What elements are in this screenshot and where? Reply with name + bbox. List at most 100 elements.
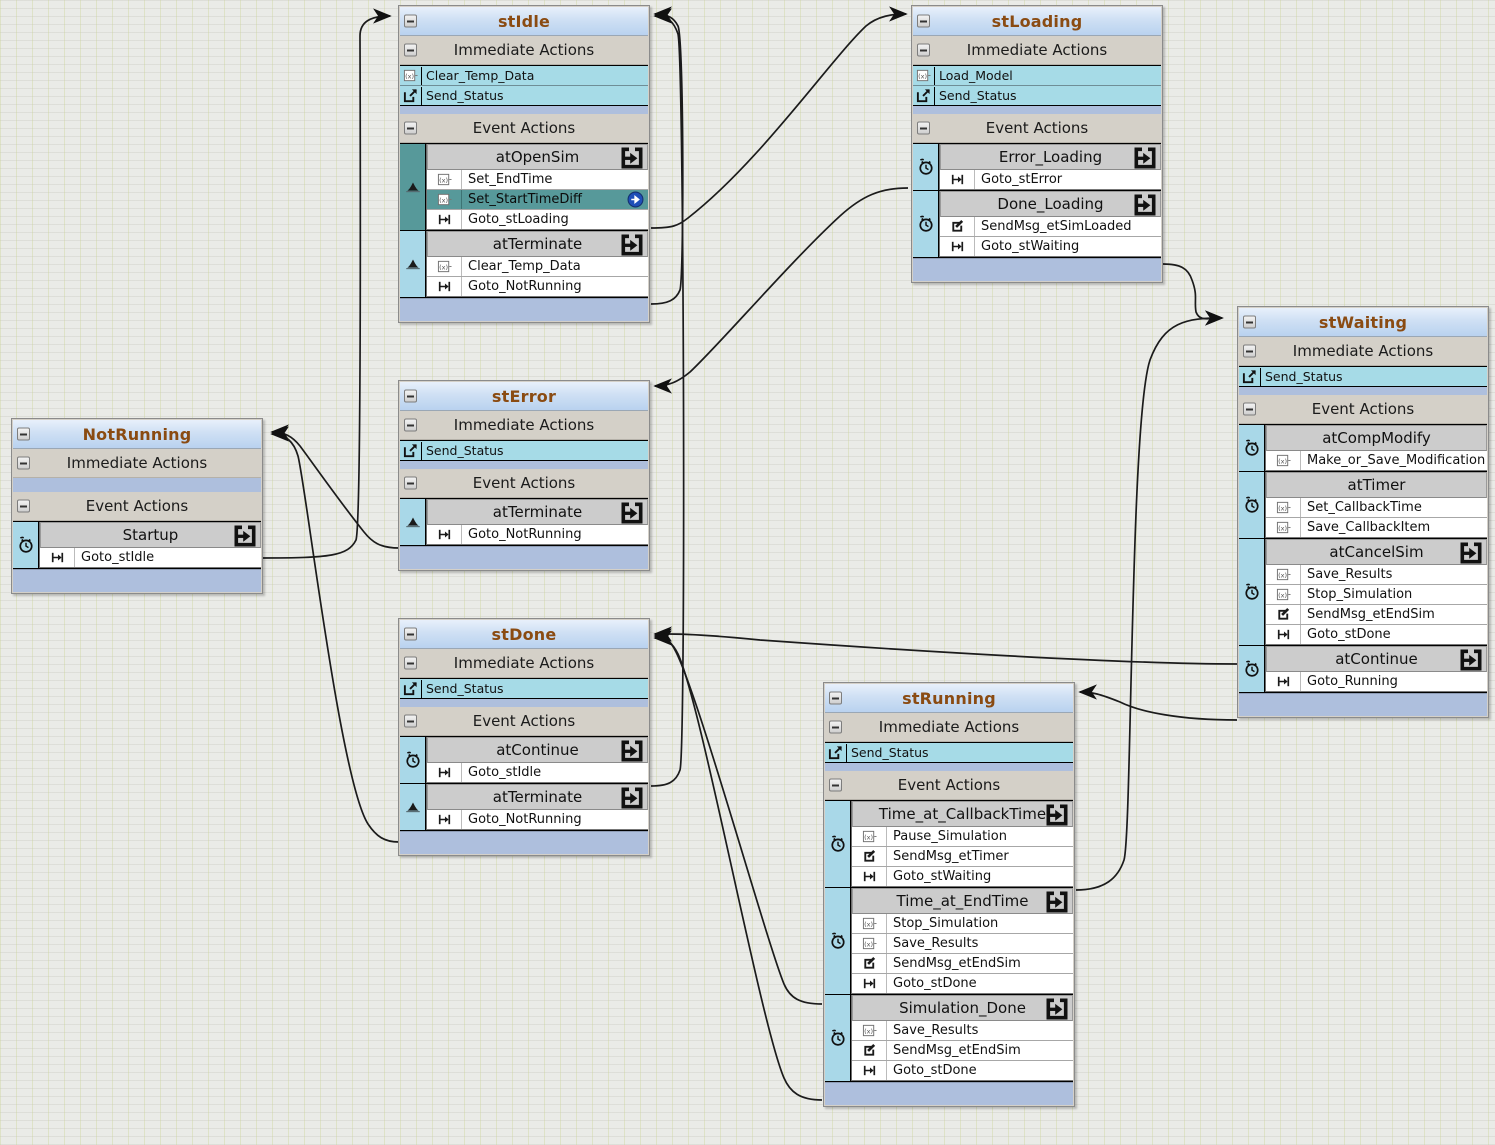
event-group[interactable]: Time_at_EndTime (x) Stop_Simulation (x) Save… <box>825 888 1073 995</box>
event-group[interactable]: atTerminate Goto_NotRunning <box>400 784 648 831</box>
action-row[interactable]: (x) Stop_Simulation <box>1266 585 1487 605</box>
event-group[interactable]: atTimer (x) Set_CallbackTime (x) Save_Callba… <box>1239 472 1487 539</box>
action-row[interactable]: Goto_stWaiting <box>940 237 1161 257</box>
event-group[interactable]: atTerminate Goto_NotRunning <box>400 499 648 546</box>
collapse-toggle-icon[interactable] <box>404 14 417 28</box>
action-row[interactable]: Goto_stDone <box>1266 625 1487 645</box>
action-row[interactable]: Goto_Running <box>1266 672 1487 692</box>
collapse-toggle-icon[interactable] <box>1243 344 1256 358</box>
event-title: Done_Loading <box>997 195 1104 213</box>
action-row[interactable]: Goto_stError <box>940 170 1161 190</box>
state-block-stWaiting[interactable]: stWaiting Immediate Actions Send_Status Eve… <box>1237 306 1489 718</box>
event-group[interactable]: atOpenSim (x) Set_EndTime (x) Set_StartTimeD… <box>400 144 648 231</box>
collapse-toggle-icon[interactable] <box>404 714 417 728</box>
action-row[interactable]: (x) Save_Results <box>852 1021 1073 1041</box>
event-title-bar[interactable]: atContinue <box>427 737 648 763</box>
collapse-toggle-icon[interactable] <box>829 691 842 705</box>
collapse-toggle-icon[interactable] <box>404 121 417 135</box>
event-title-bar[interactable]: atTimer <box>1266 472 1487 498</box>
action-row[interactable]: (x) Set_CallbackTime <box>1266 498 1487 518</box>
action-row[interactable]: Goto_NotRunning <box>427 810 648 830</box>
event-group[interactable]: atContinue Goto_Running <box>1239 646 1487 693</box>
state-block-stRunning[interactable]: stRunning Immediate Actions Send_Status Eve… <box>823 682 1075 1107</box>
state-block-NotRunning[interactable]: NotRunning Immediate Actions Event Actions… <box>11 418 263 594</box>
action-row[interactable]: Goto_stWaiting <box>852 867 1073 887</box>
action-row[interactable]: (x) Set_EndTime <box>427 170 648 190</box>
immediate-action-row[interactable]: Send_Status <box>1239 367 1487 386</box>
state-block-stError[interactable]: stError Immediate Actions Send_Status Event… <box>398 380 650 571</box>
collapse-toggle-icon[interactable] <box>404 43 417 57</box>
event-title-bar[interactable]: Time_at_CallbackTime <box>852 801 1073 827</box>
event-title-bar[interactable]: atCompModify <box>1266 425 1487 451</box>
collapse-toggle-icon[interactable] <box>404 476 417 490</box>
action-row[interactable]: SendMsg_etEndSim <box>852 954 1073 974</box>
action-row[interactable]: Goto_NotRunning <box>427 277 648 297</box>
action-row[interactable]: (x) Save_Results <box>1266 565 1487 585</box>
collapse-toggle-icon[interactable] <box>17 427 30 441</box>
event-title-bar[interactable]: atTerminate <box>427 784 648 810</box>
event-group[interactable]: Error_Loading Goto_stError <box>913 144 1161 191</box>
event-group[interactable]: Startup Goto_stIdle <box>13 522 261 569</box>
immediate-action-row[interactable]: Send_Status <box>400 679 648 698</box>
action-row[interactable]: SendMsg_etTimer <box>852 847 1073 867</box>
event-group[interactable]: atCompModify (x) Make_or_Save_Modification <box>1239 425 1487 472</box>
action-row[interactable]: Goto_stLoading <box>427 210 648 230</box>
action-row[interactable]: SendMsg_etEndSim <box>852 1041 1073 1061</box>
state-block-stDone[interactable]: stDone Immediate Actions Send_Status Event … <box>398 618 650 856</box>
event-group[interactable]: Done_Loading SendMsg_etSimLoaded Goto_stWa… <box>913 191 1161 258</box>
event-group[interactable]: Simulation_Done (x) Save_Results SendMsg_et… <box>825 995 1073 1082</box>
immediate-action-row[interactable]: Send_Status <box>825 743 1073 762</box>
action-row[interactable]: SendMsg_etEndSim <box>1266 605 1487 625</box>
action-row[interactable]: Goto_stIdle <box>427 763 648 783</box>
event-groups: atOpenSim (x) Set_EndTime (x) Set_StartTimeD… <box>400 143 648 298</box>
collapse-toggle-icon[interactable] <box>1243 402 1256 416</box>
immediate-action-row[interactable]: (x) Load_Model <box>913 66 1161 86</box>
event-group[interactable]: Time_at_CallbackTime (x) Pause_Simulation S… <box>825 801 1073 888</box>
immediate-action-row[interactable]: Send_Status <box>400 86 648 105</box>
immediate-action-row[interactable]: (x) Clear_Temp_Data <box>400 66 648 86</box>
collapse-toggle-icon[interactable] <box>404 418 417 432</box>
collapse-toggle-icon[interactable] <box>917 121 930 135</box>
action-row[interactable]: Goto_stDone <box>852 1061 1073 1081</box>
action-row[interactable]: Goto_stIdle <box>40 548 261 568</box>
event-group[interactable]: atCancelSim (x) Save_Results (x) Stop_Simula… <box>1239 539 1487 646</box>
collapse-toggle-icon[interactable] <box>404 627 417 641</box>
action-row[interactable]: SendMsg_etSimLoaded <box>940 217 1161 237</box>
event-title-bar[interactable]: atTerminate <box>427 499 648 525</box>
event-group[interactable]: atContinue Goto_stIdle <box>400 737 648 784</box>
event-title-bar[interactable]: Simulation_Done <box>852 995 1073 1021</box>
action-row[interactable]: (x) Make_or_Save_Modification <box>1266 451 1487 471</box>
collapse-toggle-icon[interactable] <box>17 499 30 513</box>
state-block-stLoading[interactable]: stLoading Immediate Actions (x) Load_Model S… <box>911 5 1163 283</box>
collapse-toggle-icon[interactable] <box>829 778 842 792</box>
action-row[interactable]: (x) Stop_Simulation <box>852 914 1073 934</box>
event-title-bar[interactable]: atOpenSim <box>427 144 648 170</box>
event-group[interactable]: atTerminate (x) Clear_Temp_Data Goto_NotRun… <box>400 231 648 298</box>
action-row[interactable]: Goto_NotRunning <box>427 525 648 545</box>
blue-arrow-icon[interactable] <box>627 191 644 208</box>
event-title-bar[interactable]: Error_Loading <box>940 144 1161 170</box>
action-row[interactable]: (x) Set_StartTimeDiff <box>427 190 648 210</box>
event-title-bar[interactable]: Done_Loading <box>940 191 1161 217</box>
action-row[interactable]: (x) Save_CallbackItem <box>1266 518 1487 538</box>
collapse-toggle-icon[interactable] <box>17 456 30 470</box>
immediate-action-row[interactable]: Send_Status <box>400 441 648 460</box>
event-group-body: atTimer (x) Set_CallbackTime (x) Save_Callba… <box>1265 472 1487 538</box>
action-row[interactable]: Goto_stDone <box>852 974 1073 994</box>
event-title-bar[interactable]: Startup <box>40 522 261 548</box>
action-row[interactable]: (x) Pause_Simulation <box>852 827 1073 847</box>
collapse-toggle-icon[interactable] <box>1243 315 1256 329</box>
event-title-bar[interactable]: atTerminate <box>427 231 648 257</box>
state-block-stIdle[interactable]: stIdle Immediate Actions (x) Clear_Temp_Dat… <box>398 5 650 323</box>
event-title-bar[interactable]: Time_at_EndTime <box>852 888 1073 914</box>
action-row[interactable]: (x) Save_Results <box>852 934 1073 954</box>
collapse-toggle-icon[interactable] <box>829 720 842 734</box>
collapse-toggle-icon[interactable] <box>917 14 930 28</box>
collapse-toggle-icon[interactable] <box>404 389 417 403</box>
immediate-action-row[interactable]: Send_Status <box>913 86 1161 105</box>
action-row[interactable]: (x) Clear_Temp_Data <box>427 257 648 277</box>
event-title-bar[interactable]: atContinue <box>1266 646 1487 672</box>
event-title-bar[interactable]: atCancelSim <box>1266 539 1487 565</box>
collapse-toggle-icon[interactable] <box>917 43 930 57</box>
collapse-toggle-icon[interactable] <box>404 656 417 670</box>
